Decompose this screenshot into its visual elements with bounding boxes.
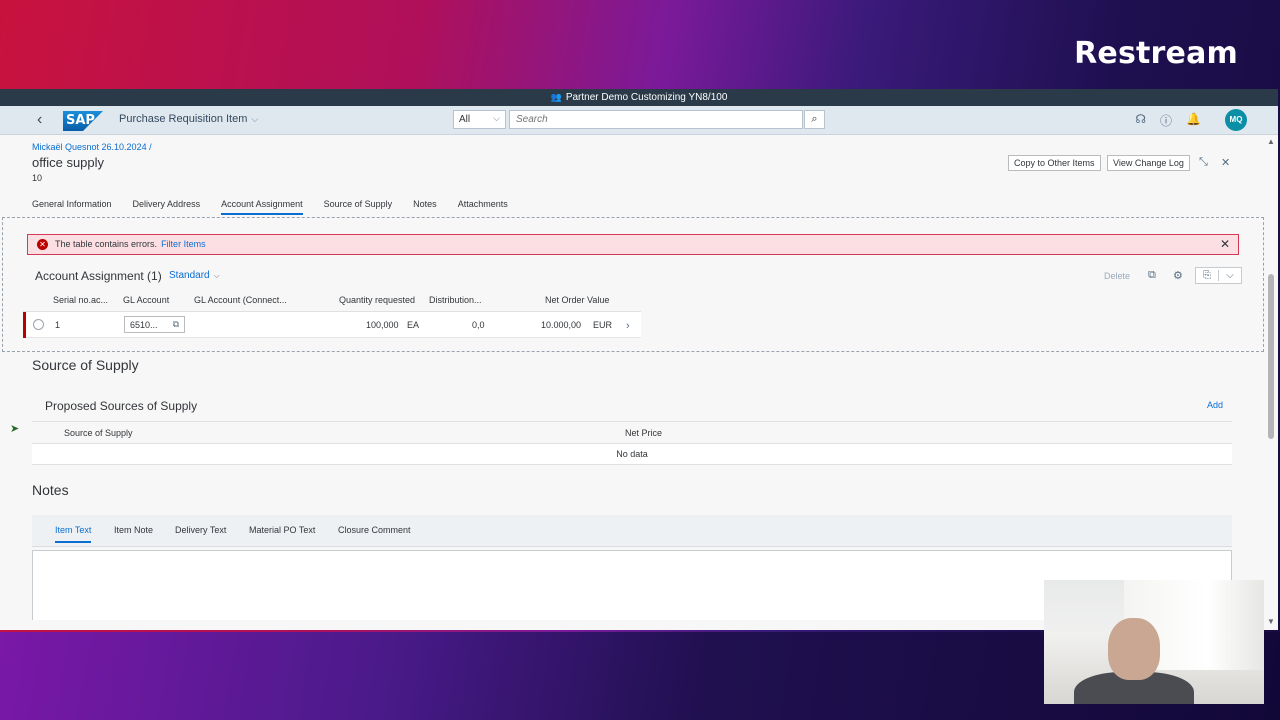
column-header[interactable]: Serial no.ac... [53, 295, 108, 305]
currency-cell: EUR [593, 320, 613, 330]
users-icon: 👥 [550, 92, 562, 102]
section-tabs: General Information Delivery Address Acc… [32, 199, 508, 215]
copy-to-other-items-button[interactable]: Copy to Other Items [1008, 155, 1101, 171]
source-of-supply-heading: Source of Supply [32, 357, 139, 373]
proposed-sources-title: Proposed Sources of Supply [45, 399, 198, 413]
notification-bell-icon[interactable]: 🔔 [1186, 112, 1201, 129]
tab-attachments[interactable]: Attachments [458, 199, 508, 215]
column-header[interactable]: Source of Supply [64, 428, 133, 438]
tab-delivery-text[interactable]: Delivery Text [175, 525, 226, 541]
column-header[interactable]: Net Order Value [545, 295, 609, 305]
column-header[interactable]: Quantity requested [339, 295, 415, 305]
page-title: office supply [32, 155, 105, 170]
exit-fullscreen-icon[interactable]: ⤡ [1199, 156, 1208, 169]
table-header: Source of Supply Net Price [32, 422, 1232, 444]
headset-icon[interactable]: ☊ [1135, 112, 1146, 129]
webcam-overlay [1044, 580, 1264, 704]
chevron-down-icon[interactable]: ⌵ [1218, 270, 1241, 281]
error-text: The table contains errors. [55, 239, 158, 249]
system-bar: 👥 Partner Demo Customizing YN8/100 [0, 89, 1278, 106]
column-header[interactable]: GL Account (Connect... [194, 295, 287, 305]
avatar[interactable]: MQ [1225, 109, 1247, 131]
notes-heading: Notes [32, 482, 69, 498]
app-title-menu[interactable]: Purchase Requisition Item ⌵ [119, 113, 258, 125]
net-value-cell: 10.000,00 [541, 320, 582, 330]
tab-source-of-supply[interactable]: Source of Supply [324, 199, 393, 215]
account-assignment-section: ✕ The table contains errors. Filter Items… [2, 217, 1264, 352]
search-scope-select[interactable]: All ⌵ [453, 110, 506, 129]
scroll-down-icon[interactable]: ▼ [1267, 617, 1275, 626]
tab-item-text[interactable]: Item Text [55, 525, 92, 543]
table-header: Serial no.ac... GL Account GL Account (C… [23, 289, 641, 312]
serial-cell: 1 [55, 320, 61, 330]
scroll-up-icon[interactable]: ▲ [1267, 137, 1275, 146]
shell-actions: ☊ ⓘ 🔔 [1135, 112, 1201, 129]
delete-button[interactable]: Delete [1104, 271, 1130, 281]
sap-logo[interactable]: SAP [63, 111, 103, 131]
export-icon[interactable]: ⎘ [1196, 270, 1218, 281]
page-subtitle: 10 [32, 173, 43, 183]
variant-selector[interactable]: Standard ⌵ [169, 270, 220, 281]
error-row-indicator [23, 312, 26, 338]
search-scope-value: All [459, 114, 471, 125]
row-select-radio[interactable] [33, 319, 44, 330]
restream-watermark: Restream [1074, 36, 1238, 71]
scrollbar-thumb[interactable] [1268, 274, 1274, 439]
fiori-app-window: 👥 Partner Demo Customizing YN8/100 ‹ SAP… [0, 89, 1278, 630]
tab-account-assignment[interactable]: Account Assignment [221, 199, 303, 215]
error-icon: ✕ [37, 239, 48, 250]
tab-delivery-address[interactable]: Delivery Address [133, 199, 201, 215]
tab-notes[interactable]: Notes [413, 199, 437, 215]
page-content: ✕ The table contains errors. Filter Items… [0, 216, 1265, 630]
search-icon[interactable]: ⌕ [804, 110, 825, 129]
app-title: Purchase Requisition Item [119, 113, 248, 125]
chevron-right-icon[interactable]: › [626, 320, 630, 332]
view-change-log-button[interactable]: View Change Log [1107, 155, 1190, 171]
mouse-pointer-icon: ➤ [10, 423, 20, 435]
object-header: Mickaël Quesnot 26.10.2024 / office supp… [0, 135, 1265, 220]
variant-label: Standard [169, 270, 210, 281]
search-input[interactable] [509, 110, 803, 129]
unit-cell: EA [407, 320, 420, 330]
tab-closure-comment[interactable]: Closure Comment [338, 525, 411, 541]
close-icon[interactable]: ✕ [1220, 235, 1230, 254]
add-source-button[interactable]: Add [1207, 400, 1223, 410]
back-icon[interactable]: ‹ [37, 111, 42, 129]
distribution-cell: 0,0 [472, 320, 485, 330]
value-help-icon[interactable]: ⧉ [173, 319, 179, 330]
chevron-down-icon: ⌵ [493, 113, 500, 123]
account-assignment-title: Account Assignment (1) [35, 269, 162, 283]
settings-gear-icon[interactable]: ⚙ [1173, 269, 1183, 282]
tab-general-information[interactable]: General Information [32, 199, 112, 215]
gl-account-value: 6510... [130, 320, 158, 330]
tab-material-po-text[interactable]: Material PO Text [249, 525, 315, 541]
chevron-down-icon: ⌵ [251, 114, 259, 124]
gl-account-input[interactable]: 6510... ⧉ [124, 316, 185, 333]
breadcrumb[interactable]: Mickaël Quesnot 26.10.2024 / [32, 142, 152, 152]
shell-bar: ‹ SAP Purchase Requisition Item⌵ All ⌵ ⌕… [0, 106, 1278, 135]
filter-items-link[interactable]: Filter Items [161, 239, 206, 249]
system-title: Partner Demo Customizing YN8/100 [565, 92, 728, 103]
close-icon[interactable]: ✕ [1221, 156, 1230, 169]
tab-item-note[interactable]: Item Note [114, 525, 153, 541]
help-icon[interactable]: ⓘ [1160, 112, 1172, 129]
sources-table: Source of Supply Net Price No data [32, 421, 1232, 465]
copy-icon[interactable]: ⧉ [1148, 269, 1156, 282]
notes-tab-bar: Item Text Item Note Delivery Text Materi… [32, 515, 1232, 547]
quantity-cell: 100,000 [366, 320, 399, 330]
error-message-strip: ✕ The table contains errors. Filter Items… [27, 234, 1239, 255]
column-header[interactable]: Distribution... [429, 295, 482, 305]
column-header[interactable]: Net Price [625, 428, 662, 438]
no-data-text: No data [32, 444, 1232, 465]
column-header[interactable]: GL Account [123, 295, 169, 305]
export-menu-button[interactable]: ⎘ ⌵ [1195, 267, 1242, 284]
chevron-down-icon: ⌵ [213, 271, 220, 280]
account-assignment-table: Serial no.ac... GL Account GL Account (C… [23, 289, 1239, 341]
table-row[interactable]: 1 6510... ⧉ 100,000 EA 0,0 10.000,00 EUR… [23, 312, 641, 338]
webcam-person-head [1108, 618, 1160, 680]
